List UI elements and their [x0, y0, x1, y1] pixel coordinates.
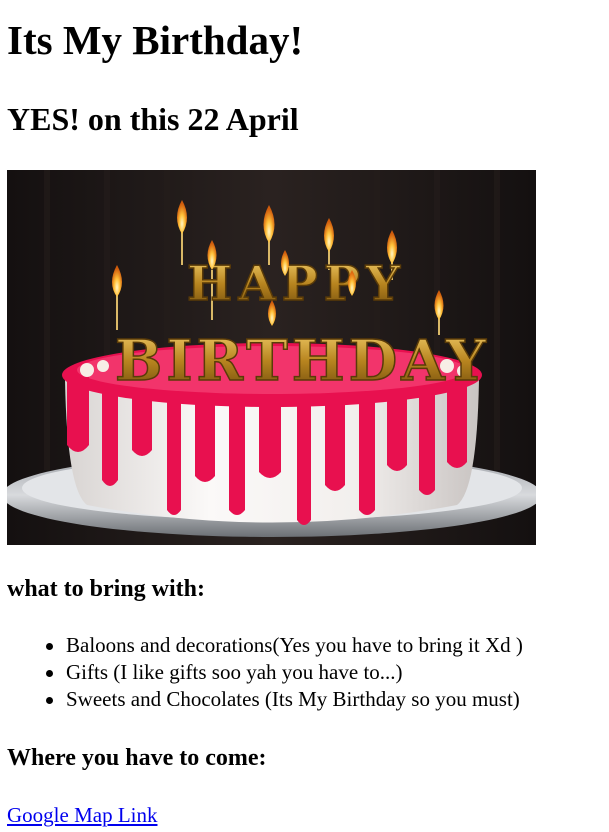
page-title: Its My Birthday! — [7, 17, 304, 63]
svg-text:BIRTHDAY: BIRTHDAY — [115, 328, 490, 394]
svg-text:HAPPY: HAPPY — [187, 256, 406, 312]
list-item: Sweets and Chocolates (Its My Birthday s… — [7, 686, 523, 713]
google-map-link[interactable]: Google Map Link — [7, 801, 157, 829]
list-item: Baloons and decorations(Yes you have to … — [7, 632, 523, 659]
birthday-cake-image: HAPPY BIRTHDAY — [7, 170, 536, 545]
location-heading: Where you have to come: — [7, 745, 267, 771]
page-subtitle: YES! on this 22 April — [7, 101, 299, 137]
bring-heading: what to bring with: — [7, 576, 206, 602]
list-item: Gifts (I like gifts soo yah you have to.… — [7, 659, 523, 686]
bring-list: Baloons and decorations(Yes you have to … — [7, 632, 523, 713]
